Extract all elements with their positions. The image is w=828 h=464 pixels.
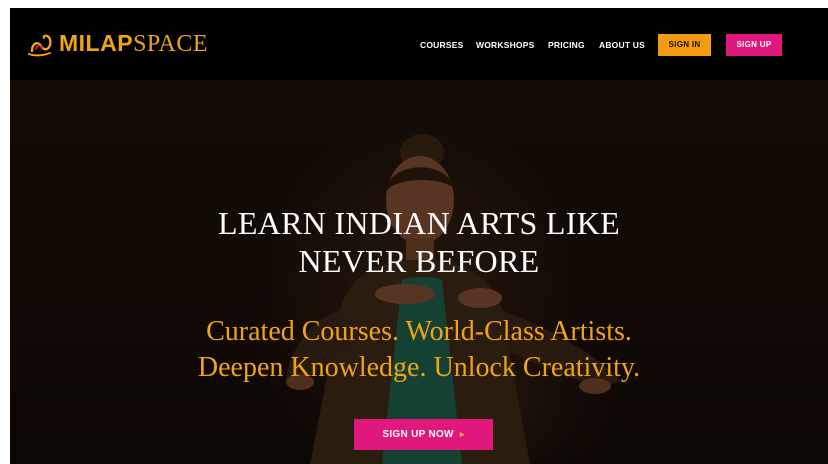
sign-up-now-button[interactable]: SIGN UP NOW ▸ [354,419,493,450]
brand-name-bold: MILAP [59,30,134,56]
hero-subtitle-line: Curated Courses. World-Class Artists. [206,316,632,347]
hero-title: LEARN INDIAN ARTS LIKE NEVER BEFORE [10,204,828,280]
sign-up-button[interactable]: SIGN UP [726,34,782,56]
website: MILAPSPACE COURSES WORKSHOPS PRICING ABO… [10,8,828,464]
page: MILAPSPACE COURSES WORKSHOPS PRICING ABO… [0,0,828,464]
hero-subtitle-line: Deepen Knowledge. Unlock Creativity. [197,352,641,383]
nav-workshops[interactable]: WORKSHOPS [476,38,534,52]
brand-name: MILAPSPACE [59,30,209,57]
brand-name-light: SPACE [133,31,209,57]
swan-icon [28,34,52,57]
hero-title-line: NEVER BEFORE [298,243,540,279]
nav-about-us[interactable]: ABOUT US [599,38,645,52]
header: MILAPSPACE COURSES WORKSHOPS PRICING ABO… [10,8,828,80]
sign-up-now-label: SIGN UP NOW [382,429,454,440]
hero-subtitle: Curated Courses. World-Class Artists. De… [10,314,828,386]
chevron-right-icon: ▸ [459,429,465,439]
logo[interactable]: MILAPSPACE [26,28,208,60]
hero-section: LEARN INDIAN ARTS LIKE NEVER BEFORE Cura… [10,80,828,464]
nav-pricing[interactable]: PRICING [548,38,585,52]
sign-in-button[interactable]: SIGN IN [658,34,711,56]
left-margin [0,0,10,464]
hero-title-line: LEARN INDIAN ARTS LIKE [218,205,620,241]
nav-courses[interactable]: COURSES [420,38,463,52]
